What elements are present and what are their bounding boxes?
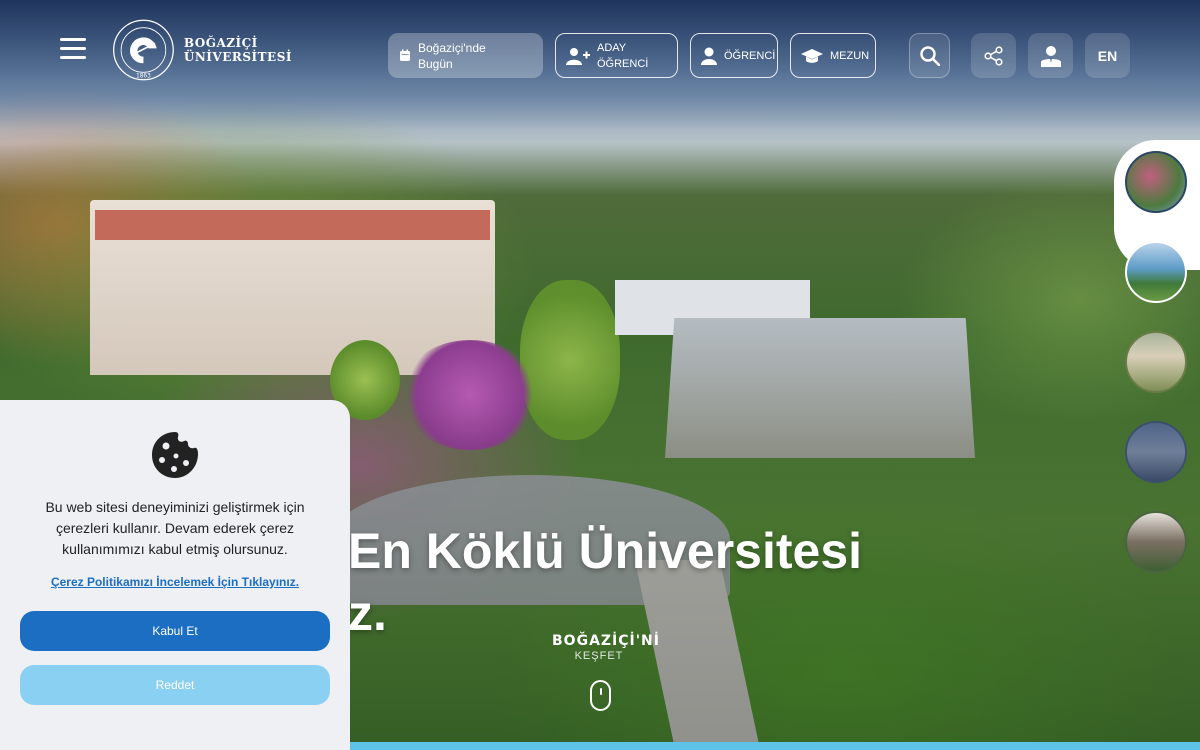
hamburger-icon-bar — [60, 38, 86, 41]
discover-label-line2: KEŞFET — [574, 650, 624, 662]
share-button[interactable] — [971, 33, 1016, 78]
student-icon — [701, 47, 717, 65]
share-icon — [983, 45, 1003, 66]
cookie-icon — [152, 432, 198, 478]
scroll-down-mouse-icon[interactable] — [590, 680, 611, 711]
logo-text-line2: ÜNİVERSİTESİ — [183, 50, 292, 64]
bottom-accent-strip — [350, 742, 1200, 750]
logo-wordmark: BOĞAZİÇİ ÜNİVERSİTESİ — [184, 36, 292, 64]
hero-headline: En Köklü Üniversitesi z. — [348, 520, 862, 644]
campus-thumbnail-3[interactable] — [1125, 331, 1187, 393]
discover-link[interactable]: BOĞAZİÇİ'Nİ KEŞFET — [552, 633, 660, 662]
search-icon — [919, 45, 940, 66]
student-button[interactable]: ÖĞRENCİ — [690, 33, 778, 78]
hamburger-icon-bar — [60, 56, 86, 59]
cookie-consent-panel: Bu web sitesi deneyiminizi geliştirmek i… — [0, 400, 350, 750]
campus-thumbnail-5[interactable] — [1125, 511, 1187, 573]
user-icon — [1040, 45, 1061, 67]
hamburger-menu-button[interactable] — [60, 38, 86, 62]
aday-label: ADAY ÖĞRENCİ — [597, 41, 649, 70]
cookie-message: Bu web sitesi deneyiminizi geliştirmek i… — [45, 499, 305, 557]
ogrenci-label: ÖĞRENCİ — [724, 49, 776, 62]
site-header: 1863 BOĞAZİÇİ ÜNİVERSİTESİ Boğaziçi'nde B… — [0, 0, 1200, 110]
campus-thumbnail-4[interactable] — [1125, 421, 1187, 483]
today-label: Boğaziçi'nde Bugün — [418, 40, 486, 71]
calendar-icon — [399, 49, 411, 62]
graduation-cap-icon — [801, 48, 823, 64]
cookie-policy-link[interactable]: Çerez Politikamızı İncelemek İçin Tıklay… — [0, 575, 350, 589]
logo-text-line1: BOĞAZİÇİ — [183, 36, 258, 50]
university-seal-icon: 1863 — [113, 19, 174, 81]
mezun-label: MEZUN — [830, 49, 870, 62]
hamburger-icon-bar — [60, 47, 86, 50]
alumni-button[interactable]: MEZUN — [790, 33, 876, 78]
reject-cookies-button[interactable]: Reddet — [20, 665, 330, 705]
campus-thumbnail-1[interactable] — [1125, 151, 1187, 213]
user-plus-icon — [566, 47, 590, 65]
prospective-student-button[interactable]: ADAY ÖĞRENCİ — [555, 33, 678, 78]
user-account-button[interactable] — [1028, 33, 1073, 78]
hero-headline-line1: En Köklü Üniversitesi — [348, 523, 863, 579]
accept-cookies-button[interactable]: Kabul Et — [20, 611, 330, 651]
today-at-bogazici-button[interactable]: Boğaziçi'nde Bugün — [388, 33, 543, 78]
search-button[interactable] — [909, 33, 950, 78]
svg-text:1863: 1863 — [136, 73, 151, 79]
campus-thumbnail-2[interactable] — [1125, 241, 1187, 303]
discover-label-line1: BOĞAZİÇİ'Nİ — [552, 633, 660, 649]
language-switch-button[interactable]: EN — [1085, 33, 1130, 78]
university-logo[interactable]: 1863 BOĞAZİÇİ ÜNİVERSİTESİ — [112, 12, 292, 88]
